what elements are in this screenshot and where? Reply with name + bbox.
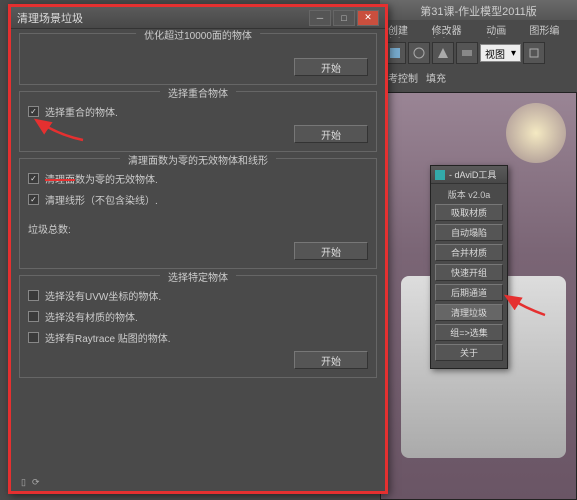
btn-post-channel[interactable]: 后期通道 — [435, 284, 503, 301]
checkbox-label: 清理面数为零的无效物体. — [45, 171, 158, 186]
view-dropdown[interactable]: 视图▾ — [480, 44, 521, 62]
start-button-4[interactable]: 开始 — [294, 351, 368, 369]
btn-about[interactable]: 关于 — [435, 344, 503, 361]
status-icon: ⟳ — [32, 477, 40, 488]
panel-title: - dAviD工具 — [449, 168, 496, 181]
dialog-title: 清理场景垃圾 — [17, 10, 307, 26]
checkbox-label: 选择没有材质的物体. — [45, 309, 138, 324]
checkbox-label: 清理线形（不包含染线）. — [45, 192, 158, 207]
cleanup-dialog: 清理场景垃圾 ─ □ ✕ 优化超过10000面的物体 开始 选择重合物体 选择重… — [8, 4, 388, 494]
panel-body: 版本 v2.0a 吸取材质 自动塌陷 合并材质 快速开组 后期通道 清理垃圾 组… — [431, 184, 507, 368]
minimize-button[interactable]: ─ — [309, 10, 331, 26]
btn-quick-group[interactable]: 快速开组 — [435, 264, 503, 281]
start-button-3[interactable]: 开始 — [294, 242, 368, 260]
menu-bar: 创建(C) 修改器(M) 动画(A) 图形编辑 — [380, 20, 577, 38]
btn-merge-material[interactable]: 合并材质 — [435, 244, 503, 261]
checkbox-zerofaces[interactable] — [28, 173, 39, 184]
dialog-body: 优化超过10000面的物体 开始 选择重合物体 选择重合的物体. 开始 清理面数… — [11, 29, 385, 491]
checkbox-splines[interactable] — [28, 194, 39, 205]
tool-icon-2[interactable] — [408, 42, 430, 64]
checkbox-row[interactable]: 选择没有材质的物体. — [28, 309, 368, 324]
tool-icon-3[interactable] — [432, 42, 454, 64]
panel-version: 版本 v2.0a — [435, 188, 503, 201]
group-zerofaces: 清理面数为零的无效物体和线形 清理面数为零的无效物体. 清理线形（不包含染线）.… — [19, 158, 377, 269]
btn-clean-garbage[interactable]: 清理垃圾 — [435, 304, 503, 321]
panel-icon — [435, 170, 445, 180]
toolbar-2: 考控制 填充 — [380, 68, 577, 88]
dialog-title-bar[interactable]: 清理场景垃圾 ─ □ ✕ — [11, 7, 385, 29]
checkbox-no-material[interactable] — [28, 311, 39, 322]
toolbar: 视图▾ — [380, 38, 577, 68]
david-tool-panel: - dAviD工具 版本 v2.0a 吸取材质 自动塌陷 合并材质 快速开组 后… — [430, 165, 508, 369]
start-button-1[interactable]: 开始 — [294, 58, 368, 76]
scene-chandelier — [506, 103, 566, 163]
checkbox-row[interactable]: 清理线形（不包含染线）. — [28, 192, 368, 207]
tool-label-a[interactable]: 考控制 — [388, 70, 418, 86]
chevron-down-icon: ▾ — [511, 48, 516, 59]
tool-icon-4[interactable] — [456, 42, 478, 64]
checkbox-label: 选择重合的物体. — [45, 104, 118, 119]
group-title: 选择特定物体 — [160, 269, 236, 284]
panel-title-bar[interactable]: - dAviD工具 — [431, 166, 507, 184]
main-title: 第31课-作业模型2011版 — [420, 6, 537, 18]
checkbox-row[interactable]: 清理面数为零的无效物体. — [28, 171, 368, 186]
checkbox-label: 选择没有UVW坐标的物体. — [45, 288, 161, 303]
checkbox-overlap[interactable] — [28, 106, 39, 117]
count-label: 垃圾总数: — [28, 221, 71, 236]
menu-modify[interactable]: 修改器(M) — [428, 22, 481, 36]
checkbox-row[interactable]: 选择没有UVW坐标的物体. — [28, 288, 368, 303]
btn-pick-material[interactable]: 吸取材质 — [435, 204, 503, 221]
tool-icon-5[interactable] — [523, 42, 545, 64]
start-button-2[interactable]: 开始 — [294, 125, 368, 143]
status-icon: ▯ — [21, 477, 26, 488]
checkbox-raytrace[interactable] — [28, 332, 39, 343]
checkbox-label: 选择有Raytrace 贴图的物体. — [45, 330, 171, 345]
group-select-specific: 选择特定物体 选择没有UVW坐标的物体. 选择没有材质的物体. 选择有Raytr… — [19, 275, 377, 378]
close-button[interactable]: ✕ — [357, 10, 379, 26]
group-overlap: 选择重合物体 选择重合的物体. 开始 — [19, 91, 377, 152]
btn-group-to-set[interactable]: 组=>选集 — [435, 324, 503, 341]
maximize-button[interactable]: □ — [333, 10, 355, 26]
menu-create[interactable]: 创建(C) — [384, 22, 426, 36]
checkbox-no-uvw[interactable] — [28, 290, 39, 301]
group-title: 优化超过10000面的物体 — [136, 29, 260, 42]
btn-auto-collapse[interactable]: 自动塌陷 — [435, 224, 503, 241]
tool-label-b[interactable]: 填充 — [426, 70, 446, 86]
main-title-bar: 第31课-作业模型2011版 — [380, 0, 577, 20]
menu-anim[interactable]: 动画(A) — [482, 22, 523, 36]
group-title: 选择重合物体 — [160, 85, 236, 100]
checkbox-row[interactable]: 选择有Raytrace 贴图的物体. — [28, 330, 368, 345]
count-row: 垃圾总数: — [28, 221, 368, 236]
menu-graph[interactable]: 图形编辑 — [525, 22, 573, 36]
group-optimize: 优化超过10000面的物体 开始 — [19, 33, 377, 85]
group-title: 清理面数为零的无效物体和线形 — [120, 152, 276, 167]
checkbox-row[interactable]: 选择重合的物体. — [28, 104, 368, 119]
status-bar: ▯ ⟳ — [21, 475, 375, 489]
